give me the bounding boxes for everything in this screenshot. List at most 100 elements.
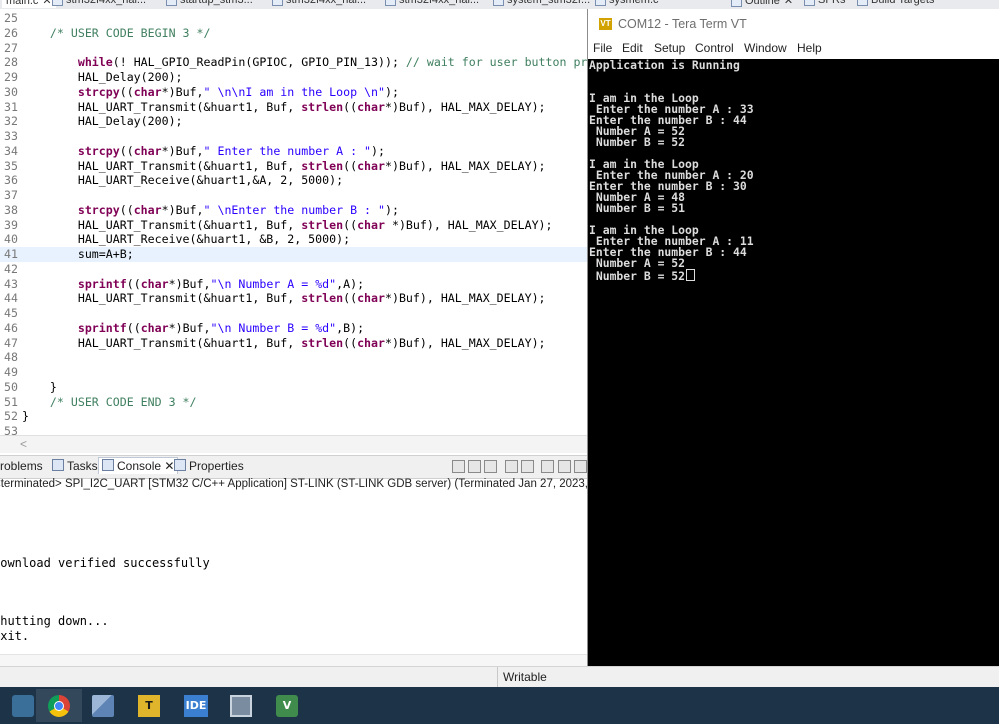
code-token: ,A); [336,276,365,291]
menu-control[interactable]: Control [695,41,734,55]
code-line[interactable]: 28 while(! HAL_GPIO_ReadPin(GPIOC, GPIO_… [0,55,587,70]
taskbar-device-manager[interactable] [218,689,264,722]
line-number: 28 [4,55,18,70]
remove-all-icon[interactable] [484,460,497,473]
code-token: char [133,202,162,217]
code-text: HAL_Delay(200); [22,114,183,129]
terminal-line: Number B = 51 [589,202,685,214]
code-line[interactable]: 42 [0,262,587,277]
code-line[interactable]: 40 HAL_UART_Receive(&huart1, &B, 2, 5000… [0,232,587,247]
editor-tab-9[interactable]: Build Targets [857,0,934,8]
taskbar-stm32cubeide[interactable]: IDE [172,689,218,722]
terminate-icon[interactable] [452,460,465,473]
code-token: (( [126,276,141,291]
editor-tab-6[interactable]: sysmem.c [595,0,659,8]
code-line[interactable]: 44 HAL_UART_Transmit(&huart1, Buf, strle… [0,291,587,306]
menu-edit[interactable]: Edit [622,41,643,55]
console-icon [102,459,114,471]
code-line[interactable]: 50 } [0,380,587,395]
code-line[interactable]: 39 HAL_UART_Transmit(&huart1, Buf, strle… [0,218,587,233]
code-token: (( [343,291,358,306]
scroll-lock-icon[interactable] [521,460,534,473]
line-number: 44 [4,291,18,306]
code-line[interactable]: 38 strcpy((char*)Buf," \nEnter the numbe… [0,203,587,218]
open-console-icon[interactable] [574,460,587,473]
code-line[interactable]: 32 HAL_Delay(200); [0,114,587,129]
taskbar-teraterm[interactable]: T [126,689,172,722]
tab-problems[interactable]: Problems [0,459,43,473]
editor-tab-7[interactable]: Outline ✕ [731,0,793,8]
display-console-icon[interactable] [558,460,571,473]
code-text: strcpy((char*)Buf," Enter the number A :… [22,144,385,159]
code-line[interactable]: 46 sprintf((char*)Buf,"\n Number B = %d"… [0,321,587,336]
code-line[interactable]: 31 HAL_UART_Transmit(&huart1, Buf, strle… [0,100,587,115]
line-number: 42 [4,261,18,276]
menu-file[interactable]: File [593,41,612,55]
teraterm-titlebar[interactable]: VT COM12 - Tera Term VT [588,9,999,40]
editor-tab-1[interactable]: stm32f4xx_hal... [52,0,146,8]
tool-icon [12,695,34,717]
code-text: /* USER CODE BEGIN 3 */ [22,26,211,41]
tab-console[interactable]: Console ✕ [98,457,179,474]
code-line[interactable]: 53 [0,424,587,435]
code-line[interactable]: 35 HAL_UART_Transmit(&huart1, Buf, strle… [0,159,587,174]
chrome-icon [48,695,70,717]
remove-launch-icon[interactable] [468,460,481,473]
code-line[interactable]: 49 [0,365,587,380]
teraterm-window[interactable]: VT COM12 - Tera Term VT File Edit Setup … [587,9,999,666]
code-token: (( [119,143,134,158]
scroll-left-icon[interactable]: < [20,437,27,451]
menu-setup[interactable]: Setup [654,41,685,55]
terminal-line: Number B = 52 [589,269,696,282]
tab-properties[interactable]: Properties [174,459,244,473]
console-output[interactable]: Download verified successfully Shutting d… [0,494,587,654]
code-line[interactable]: 51 /* USER CODE END 3 */ [0,395,587,410]
taskbar-icon-label: IDE [185,699,207,712]
editor-tab-2[interactable]: startup_stm3... [166,0,253,8]
editor-tab-8[interactable]: SFRs [804,0,846,8]
close-icon[interactable]: ✕ [42,0,51,7]
close-icon[interactable]: ✕ [164,459,174,473]
taskbar-chrome[interactable] [36,689,82,722]
file-icon [493,0,504,6]
code-token: *)Buf), HAL_MAX_DELAY); [384,217,553,232]
code-line[interactable]: 47 HAL_UART_Transmit(&huart1, Buf, strle… [0,336,587,351]
code-editor[interactable]: 25 26 /* USER CODE BEGIN 3 */27 28 while(!… [0,9,587,435]
code-line[interactable]: 41 sum=A+B; [0,247,587,262]
editor-horizontal-scrollbar[interactable]: < [0,435,587,453]
code-token: char [133,84,162,99]
file-icon [166,0,177,6]
editor-tab-0[interactable]: main.c ✕ [2,0,56,8]
editor-tab-5[interactable]: system_stm32f... [493,0,590,8]
terminal-screen[interactable]: Application is Running I am in the Loop E… [588,59,999,666]
code-line[interactable]: 30 strcpy((char*)Buf," \n\nI am in the L… [0,85,587,100]
code-line[interactable]: 33 [0,129,587,144]
clear-console-icon[interactable] [505,460,518,473]
network-icon [92,695,114,717]
code-token: (( [119,84,134,99]
taskbar-vs[interactable]: V [264,689,310,722]
pin-console-icon[interactable] [541,460,554,473]
close-icon[interactable]: ✕ [784,0,793,7]
code-line[interactable]: 48 [0,350,587,365]
code-line[interactable]: 45 [0,306,587,321]
code-line[interactable]: 36 HAL_UART_Receive(&huart1,&A, 2, 5000)… [0,173,587,188]
code-line[interactable]: 43 sprintf((char*)Buf,"\n Number A = %d"… [0,277,587,292]
code-line[interactable]: 25 [0,11,587,26]
code-line[interactable]: 26 /* USER CODE BEGIN 3 */ [0,26,587,41]
tab-tasks[interactable]: Tasks [52,459,98,473]
editor-tab-3[interactable]: stm32f4xx_hal... [272,0,366,8]
taskbar-network[interactable] [80,689,126,722]
code-line[interactable]: 52} [0,409,587,424]
code-text: HAL_UART_Transmit(&huart1, Buf, strlen((… [22,218,553,233]
code-line[interactable]: 27 [0,41,587,56]
teraterm-logo-icon: VT [599,18,612,30]
taskbar: T IDE V [0,687,999,724]
menu-window[interactable]: Window [744,41,787,55]
code-line[interactable]: 29 HAL_Delay(200); [0,70,587,85]
editor-tab-4[interactable]: stm32f4xx_hal... [385,0,479,8]
code-line[interactable]: 37 [0,188,587,203]
console-launch-header: <terminated> SPI_I2C_UART [STM32 C/C++ A… [0,478,587,490]
menu-help[interactable]: Help [797,41,822,55]
code-line[interactable]: 34 strcpy((char*)Buf," Enter the number … [0,144,587,159]
